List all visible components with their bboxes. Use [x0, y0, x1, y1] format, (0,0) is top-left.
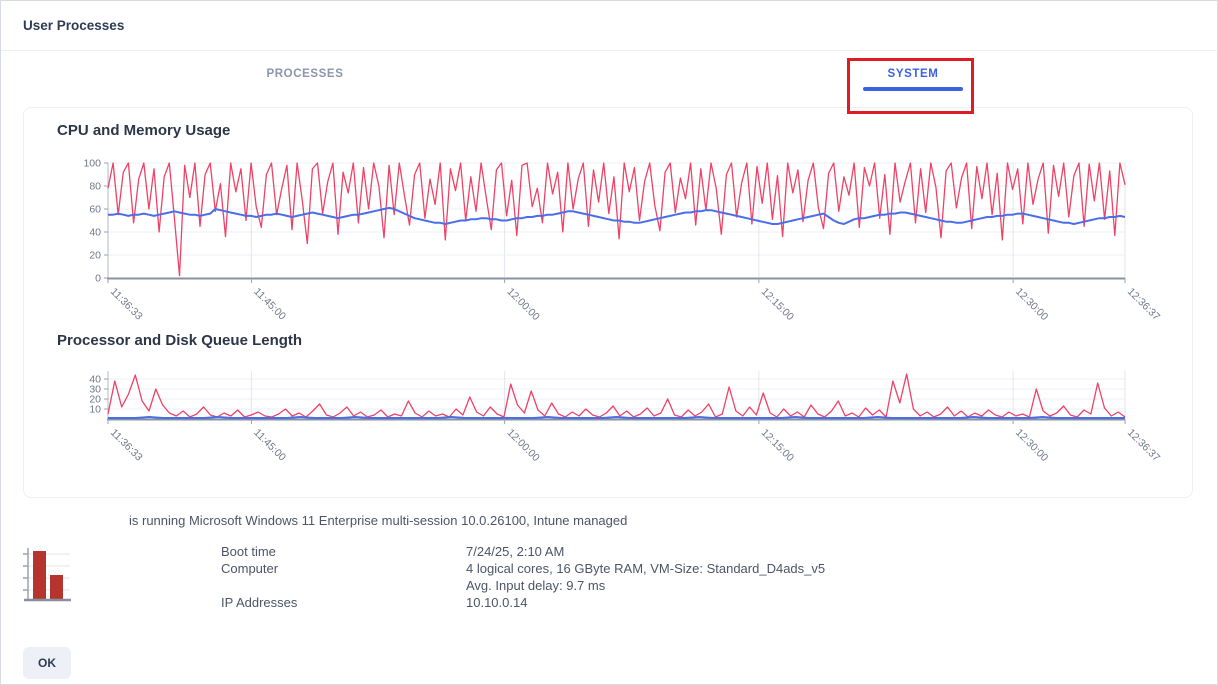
svg-text:12:00:00: 12:00:00: [505, 286, 542, 323]
info-label: Boot time: [221, 543, 466, 560]
info-value: 4 logical cores, 16 GByte RAM, VM-Size: …: [466, 560, 825, 577]
svg-text:12:00:00: 12:00:00: [505, 427, 542, 464]
info-row-ip-addresses: IP Addresses 10.10.0.14: [221, 594, 1197, 611]
svg-text:12:36:37: 12:36:37: [1125, 286, 1162, 323]
svg-text:12:30:00: 12:30:00: [1013, 427, 1050, 464]
cpu-memory-chart: 0 20 40 60 80 100 11:36:33 11:45:00 12:00:00 12:1…: [56, 151, 1180, 328]
tab-processes[interactable]: PROCESSES: [1, 51, 609, 107]
queue-length-chart-title: Processor and Disk Queue Length: [57, 332, 1160, 349]
svg-text:0: 0: [95, 273, 101, 285]
info-value: 10.10.0.14: [466, 594, 527, 611]
svg-text:11:36:33: 11:36:33: [108, 286, 145, 323]
svg-text:11:45:00: 11:45:00: [251, 286, 288, 323]
info-row-boot-time: Boot time 7/24/25, 2:10 AM: [221, 543, 1197, 560]
svg-text:11:45:00: 11:45:00: [251, 427, 288, 464]
info-label: IP Addresses: [221, 594, 466, 611]
tab-processes-label: PROCESSES: [267, 68, 344, 80]
ok-button[interactable]: OK: [23, 647, 71, 679]
cpu-memory-chart-title: CPU and Memory Usage: [57, 122, 1160, 139]
tab-system-label: SYSTEM: [888, 68, 939, 80]
info-value: 7/24/25, 2:10 AM: [466, 543, 564, 560]
user-processes-dialog: User Processes PROCESSES SYSTEM CPU and …: [0, 0, 1218, 685]
svg-text:60: 60: [89, 204, 101, 216]
system-info-rows: Boot time 7/24/25, 2:10 AM Computer 4 lo…: [221, 543, 1197, 611]
svg-text:12:36:37: 12:36:37: [1125, 427, 1162, 464]
active-tab-indicator: [863, 87, 963, 91]
svg-text:12:30:00: 12:30:00: [1013, 286, 1050, 323]
svg-text:12:15:00: 12:15:00: [759, 427, 796, 464]
svg-text:12:15:00: 12:15:00: [759, 286, 796, 323]
svg-text:100: 100: [83, 158, 101, 170]
svg-text:40: 40: [89, 374, 101, 386]
info-value: Avg. Input delay: 9.7 ms: [466, 577, 825, 594]
svg-text:40: 40: [89, 227, 101, 239]
svg-text:80: 80: [89, 181, 101, 193]
dialog-title: User Processes: [23, 18, 124, 33]
bar-chart-icon: [16, 544, 74, 606]
tab-system[interactable]: SYSTEM: [609, 51, 1217, 107]
os-running-line: is running Microsoft Windows 11 Enterpri…: [129, 512, 1197, 529]
tab-indicator: [255, 87, 355, 91]
info-label: Computer: [221, 560, 466, 594]
system-info-section: is running Microsoft Windows 11 Enterpri…: [1, 498, 1217, 611]
info-row-computer: Computer 4 logical cores, 16 GByte RAM, …: [221, 560, 1197, 594]
svg-text:20: 20: [89, 250, 101, 262]
charts-panel: CPU and Memory Usage 0 20 40 60 80 100 11:36:3…: [23, 107, 1193, 498]
tab-bar: PROCESSES SYSTEM: [1, 51, 1217, 107]
queue-length-chart: 1020304011:36:3311:45:0012:00:0012:15:00…: [56, 365, 1180, 469]
svg-text:11:36:33: 11:36:33: [108, 427, 145, 464]
dialog-header: User Processes: [1, 1, 1217, 51]
